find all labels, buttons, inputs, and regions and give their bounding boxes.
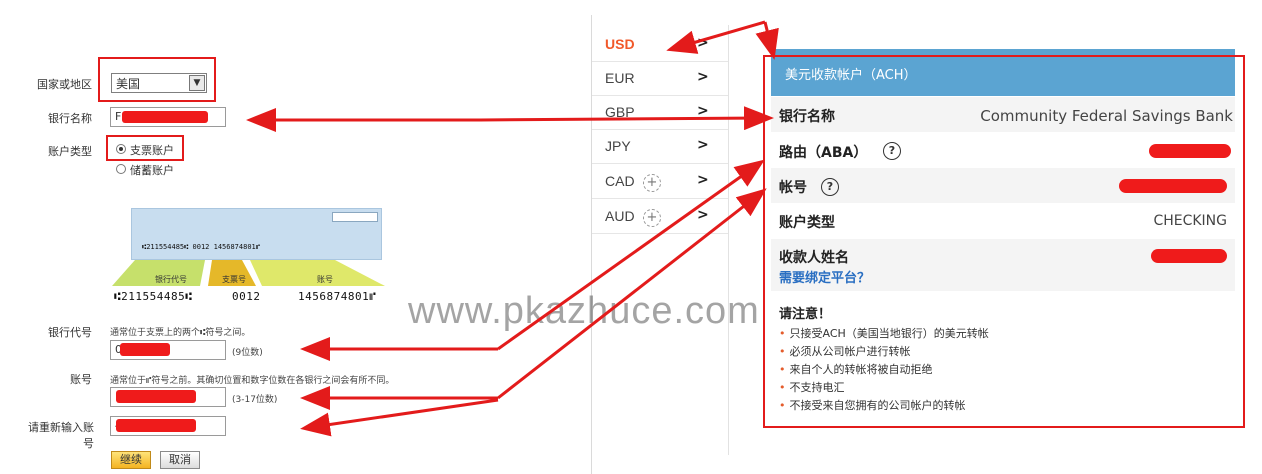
annotation-arrows	[246, 20, 779, 437]
arrow-routing-up	[497, 159, 765, 351]
arrow-to-usd	[666, 20, 766, 54]
arrow-bank-to-right	[479, 106, 774, 131]
arrow-to-panel	[755, 21, 779, 60]
arrow-account-up	[497, 188, 767, 400]
arrow-reenter	[300, 398, 499, 437]
